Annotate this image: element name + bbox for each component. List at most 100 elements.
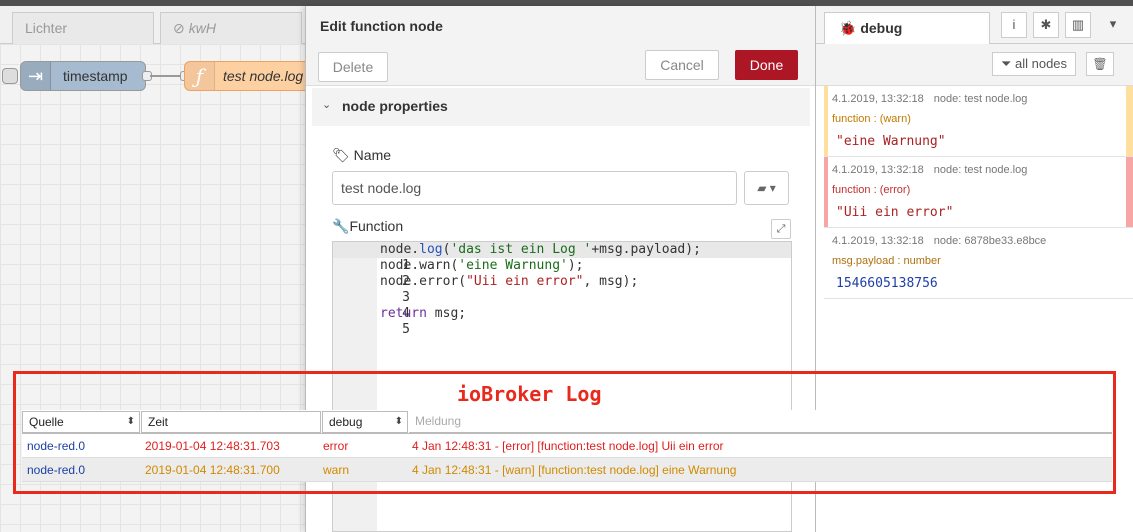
- tab-lichter[interactable]: Lichter: [12, 12, 154, 44]
- function-label-text: Function: [349, 218, 404, 234]
- message-node[interactable]: node: 6878be33.e8bce: [934, 235, 1047, 247]
- message-time: 4.1.2019, 13:32:18: [832, 93, 924, 105]
- filter-button[interactable]: ⏷ all nodes: [992, 52, 1076, 76]
- inject-node[interactable]: ⇥ timestamp: [20, 61, 146, 91]
- code-text: node.warn('eine Warnung');: [380, 258, 584, 273]
- debug-message[interactable]: 4.1.2019, 13:32:18 node: 6878be33.e8bce m…: [824, 228, 1133, 299]
- chevron-down-icon: ⌄: [322, 99, 332, 111]
- filter-label: all nodes: [1014, 56, 1068, 71]
- tab-label: kwH: [188, 20, 216, 36]
- message-meta: 4.1.2019, 13:32:18 node: test node.log: [832, 93, 1027, 105]
- column-zeit-filter[interactable]: Zeit: [141, 411, 321, 433]
- cell-meldung: 4 Jan 12:48:31 - [error] [function:test …: [412, 439, 724, 453]
- message-value: "Uii ein error": [836, 205, 954, 220]
- workspace-tab-bar: Lichter ⊘ kwH: [0, 6, 312, 44]
- column-label: debug: [329, 415, 363, 429]
- function-label: 🔧Function: [332, 218, 403, 235]
- node-label: timestamp: [63, 68, 128, 84]
- node-properties-section-header[interactable]: ⌄ node properties: [312, 88, 810, 126]
- cell-zeit: 2019-01-04 12:48:31.703: [145, 439, 280, 453]
- message-topic: function : (error): [832, 184, 911, 196]
- code-text: node.log('das ist ein Log '+msg.payload)…: [380, 242, 701, 257]
- cell-zeit: 2019-01-04 12:48:31.700: [145, 463, 280, 477]
- name-label: 🏷 Name: [332, 147, 391, 164]
- column-label: Quelle: [29, 415, 64, 429]
- wrench-icon: 🔧: [332, 218, 350, 234]
- tray-title: Edit function node: [320, 18, 443, 34]
- cell-level: warn: [323, 463, 350, 477]
- chart-icon: ▥: [1071, 17, 1085, 32]
- overlay-title: ioBroker Log: [455, 382, 604, 406]
- table-row[interactable]: node-red.0 2019-01-04 12:48:31.700 warn …: [22, 458, 1112, 482]
- cell-level: error: [323, 439, 349, 453]
- message-meta: 4.1.2019, 13:32:18 node: 6878be33.e8bce: [832, 235, 1046, 247]
- filter-icon: ⏷: [1000, 56, 1012, 71]
- level-bar: [1126, 157, 1133, 227]
- code-line: 1 node.log('das ist ein Log '+msg.payloa…: [333, 242, 791, 273]
- message-value: "eine Warnung": [836, 134, 946, 149]
- tab-debug[interactable]: 🐞 debug: [824, 12, 990, 45]
- cell-quelle: node-red.0: [27, 439, 86, 453]
- code-text: node.error("Uii ein error", msg);: [380, 274, 639, 289]
- tab-kwh[interactable]: ⊘ kwH: [160, 12, 302, 44]
- debug-tab-button[interactable]: ✱: [1033, 12, 1059, 38]
- name-field[interactable]: test node.log: [332, 171, 737, 205]
- clear-messages-button[interactable]: 🗑: [1086, 52, 1114, 76]
- level-bar-left: [824, 86, 828, 156]
- column-meldung-filter[interactable]: Meldung: [409, 411, 1112, 433]
- dashboard-tab-button[interactable]: ▥: [1065, 12, 1091, 38]
- bug-icon: ✱: [1040, 17, 1052, 32]
- inject-button[interactable]: [2, 68, 18, 84]
- tray-header: Edit function node Delete Cancel Done: [306, 6, 816, 86]
- node-library-button[interactable]: ▰ ▾: [744, 171, 789, 205]
- message-meta: 4.1.2019, 13:32:18 node: test node.log: [832, 164, 1027, 176]
- section-title: node properties: [342, 98, 448, 114]
- message-node[interactable]: node: test node.log: [934, 164, 1028, 176]
- table-row[interactable]: node-red.0 2019-01-04 12:48:31.703 error…: [22, 434, 1112, 458]
- message-node[interactable]: node: test node.log: [934, 93, 1028, 105]
- message-topic: msg.payload : number: [832, 255, 941, 267]
- debug-message[interactable]: 4.1.2019, 13:32:18 node: test node.log fu…: [824, 86, 1133, 157]
- column-label: Meldung: [415, 414, 462, 428]
- line-number: 5: [402, 322, 410, 337]
- sidebar-menu-button[interactable]: ▾: [1100, 12, 1126, 38]
- done-button[interactable]: Done: [735, 50, 798, 80]
- node-label: test node.log: [223, 68, 304, 84]
- code-line: 3 node.error("Uii ein error", msg);: [333, 274, 791, 305]
- bug-icon: 🐞: [839, 20, 857, 36]
- tag-icon: 🏷: [332, 147, 350, 163]
- book-icon: ▰: [757, 181, 767, 195]
- cancel-button[interactable]: Cancel: [645, 50, 719, 80]
- code-line: 4: [333, 290, 791, 321]
- sidebar-tab-bar: 🐞 debug i ✱ ▥ ▾: [816, 6, 1133, 45]
- tab-label: Lichter: [25, 20, 68, 36]
- iobroker-log-table: Quelle ⬍ Zeit debug ⬍ Meldung node-red.0 2…: [22, 410, 1112, 482]
- level-bar: [1126, 86, 1133, 156]
- inject-arrow-icon: ⇥: [21, 62, 51, 90]
- message-time: 4.1.2019, 13:32:18: [832, 235, 924, 247]
- cell-meldung: 4 Jan 12:48:31 - [warn] [function:test n…: [412, 463, 737, 477]
- caret-down-icon: ▾: [1109, 16, 1117, 31]
- delete-button[interactable]: Delete: [318, 52, 388, 82]
- info-tab-button[interactable]: i: [1001, 12, 1027, 38]
- trash-icon: 🗑: [1092, 57, 1108, 71]
- column-level-select[interactable]: debug ⬍: [322, 411, 408, 433]
- function-node[interactable]: ƒ test node.log: [184, 61, 324, 91]
- message-value: 1546605138756: [836, 276, 938, 291]
- info-icon: i: [1012, 17, 1016, 32]
- sort-icon: ⬍: [126, 416, 135, 427]
- column-label: Zeit: [148, 415, 169, 429]
- debug-toolbar: ⏷ all nodes 🗑: [816, 44, 1133, 86]
- message-topic: function : (warn): [832, 113, 911, 125]
- caret-down-icon: ▾: [769, 181, 776, 195]
- expand-icon: ⤢: [776, 223, 786, 235]
- log-table-header: Quelle ⬍ Zeit debug ⬍ Meldung: [22, 410, 1112, 434]
- debug-message[interactable]: 4.1.2019, 13:32:18 node: test node.log fu…: [824, 157, 1133, 228]
- column-quelle-select[interactable]: Quelle ⬍: [22, 411, 140, 433]
- expand-editor-button[interactable]: ⤢: [771, 219, 791, 239]
- code-line: 5 return msg;: [333, 306, 791, 337]
- sort-icon: ⬍: [394, 416, 403, 427]
- message-time: 4.1.2019, 13:32:18: [832, 164, 924, 176]
- tab-label: debug: [860, 20, 903, 36]
- name-label-text: Name: [353, 147, 392, 163]
